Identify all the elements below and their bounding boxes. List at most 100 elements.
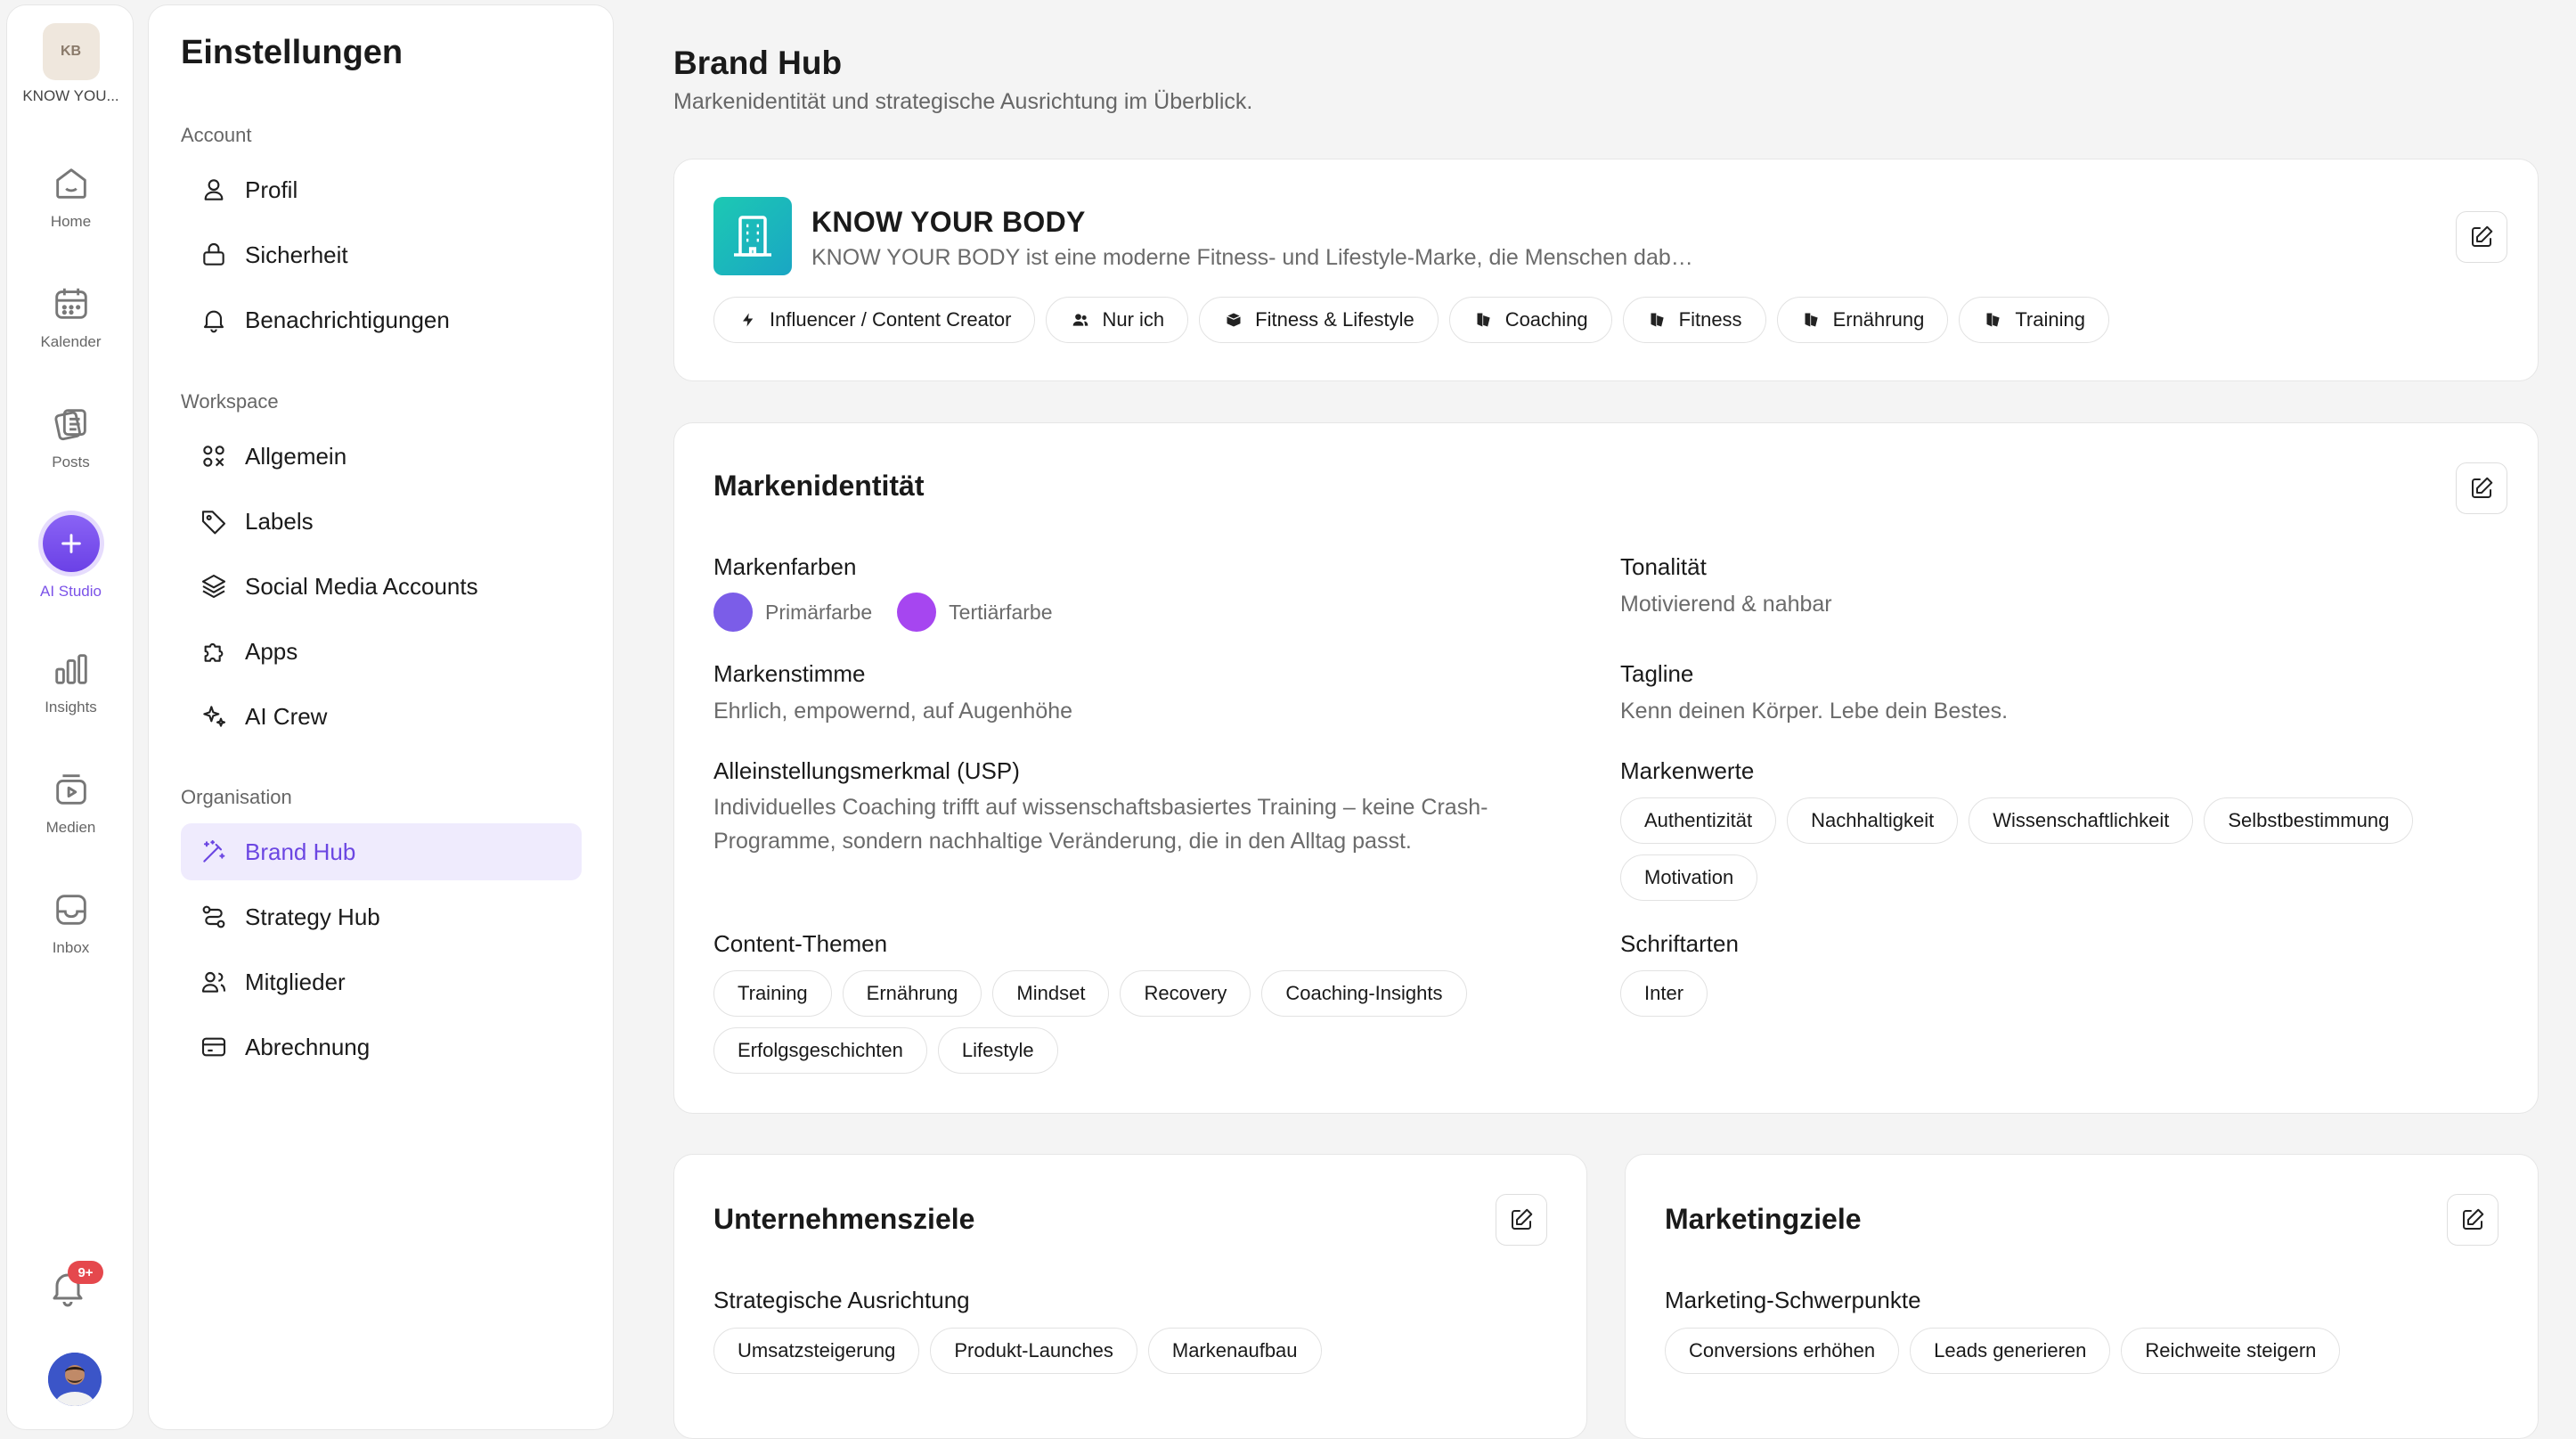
rail-ai-studio[interactable]: AI Studio: [7, 515, 135, 601]
rail-home[interactable]: Home: [7, 161, 135, 231]
page-title: Brand Hub: [673, 45, 843, 81]
user-avatar-icon: [48, 1353, 102, 1406]
nav-item-general[interactable]: Allgemein: [181, 428, 582, 485]
value-chip: Motivation: [1620, 854, 1758, 901]
goal-chip: Umsatzsteigerung: [713, 1328, 920, 1374]
nav-item-brand-hub[interactable]: Brand Hub: [181, 823, 582, 880]
company-goals-card: Unternehmensziele Strategische Ausrichtu…: [673, 1154, 1587, 1439]
magic-wand-icon: [199, 837, 229, 867]
identity-title: Markenidentität: [713, 470, 925, 502]
brand-overview-card: KNOW YOUR BODY KNOW YOUR BODY ist eine m…: [673, 159, 2539, 381]
bell-icon: [199, 305, 229, 335]
marketing-goals-card: Marketingziele Marketing-Schwerpunkte Co…: [1625, 1154, 2539, 1439]
nav-item-label: Mitglieder: [245, 968, 346, 995]
marketing-focus-list: Conversions erhöhen Leads generieren Rei…: [1665, 1328, 2341, 1374]
fonts-label: Schriftarten: [1620, 930, 1739, 957]
tag-icon: [1647, 309, 1668, 331]
posts-icon: [49, 402, 94, 446]
grid-shapes-icon: [199, 441, 229, 471]
brand-tag: Fitness: [1622, 297, 1766, 343]
nav-item-label: Allgemein: [245, 442, 347, 470]
workspace-name: KNOW YOU...: [22, 87, 119, 104]
brand-identity-card: Markenidentität Markenfarben Primärfarbe…: [673, 422, 2539, 1114]
marketing-focus-label: Marketing-Schwerpunkte: [1665, 1287, 1921, 1313]
edit-identity-button[interactable]: [2456, 462, 2507, 514]
nav-item-label: Social Media Accounts: [245, 572, 478, 600]
rail-calendar[interactable]: Kalender: [7, 282, 135, 351]
rail-media[interactable]: Medien: [7, 767, 135, 837]
box-icon: [1223, 309, 1244, 331]
users-icon: [199, 967, 229, 997]
nav-item-members[interactable]: Mitglieder: [181, 953, 582, 1010]
nav-item-label: Profil: [245, 176, 298, 203]
nav-item-apps[interactable]: Apps: [181, 623, 582, 680]
strategy-label: Strategische Ausrichtung: [713, 1287, 970, 1313]
nav-item-strategy-hub[interactable]: Strategy Hub: [181, 888, 582, 945]
nav-item-security[interactable]: Sicherheit: [181, 226, 582, 283]
rail-posts-label: Posts: [52, 454, 90, 470]
lock-icon: [199, 240, 229, 270]
value-chip: Authentizität: [1620, 797, 1777, 844]
workspace-switcher[interactable]: KB KNOW YOU...: [7, 23, 135, 105]
rail-inbox[interactable]: Inbox: [7, 887, 135, 957]
route-icon: [199, 902, 229, 932]
avatar[interactable]: [48, 1353, 102, 1406]
voice-label: Markenstimme: [713, 660, 866, 687]
rail-ai-studio-label: AI Studio: [40, 583, 102, 600]
nav-item-labels[interactable]: Labels: [181, 493, 582, 550]
nav-item-label: Benachrichtigungen: [245, 306, 450, 333]
value-chip: Nachhaltigkeit: [1787, 797, 1959, 844]
rail-posts[interactable]: Posts: [7, 402, 135, 471]
tagline-label: Tagline: [1620, 660, 1694, 687]
app-rail: KB KNOW YOU... Home Kalender Posts AI St…: [6, 4, 134, 1430]
rail-calendar-label: Kalender: [40, 333, 102, 350]
tertiary-color-swatch[interactable]: [897, 593, 937, 632]
nav-item-billing[interactable]: Abrechnung: [181, 1018, 582, 1075]
value-chip: Wissenschaftlichkeit: [1969, 797, 2194, 844]
tertiary-color-label: Tertiärfarbe: [949, 600, 1053, 624]
rail-insights[interactable]: Insights: [7, 647, 135, 716]
goal-chip: Conversions erhöhen: [1665, 1328, 1900, 1374]
building-icon: [713, 197, 792, 275]
topic-chip: Recovery: [1120, 970, 1251, 1017]
rail-home-label: Home: [50, 213, 92, 230]
voice-value: Ehrlich, empowernd, auf Augenhöhe: [713, 699, 1073, 724]
nav-item-label: Apps: [245, 637, 298, 665]
credit-card-icon: [199, 1032, 229, 1062]
rail-media-label: Medien: [45, 819, 96, 836]
plus-icon: [42, 515, 100, 572]
brand-name: KNOW YOUR BODY: [811, 206, 1086, 238]
user-icon: [199, 175, 229, 205]
brand-description: KNOW YOUR BODY ist eine moderne Fitness-…: [811, 245, 1702, 270]
topic-chip: Coaching-Insights: [1261, 970, 1467, 1017]
settings-sidebar: Einstellungen Account Profil Sicherheit …: [148, 4, 614, 1430]
brand-tag: Fitness & Lifestyle: [1199, 297, 1439, 343]
brand-tag: Coaching: [1448, 297, 1612, 343]
edit-brand-button[interactable]: [2456, 211, 2507, 263]
nav-item-ai-crew[interactable]: AI Crew: [181, 688, 582, 745]
edit-company-goals-button[interactable]: [1496, 1194, 1547, 1246]
sparkles-icon: [199, 701, 229, 732]
goal-chip: Leads generieren: [1910, 1328, 2111, 1374]
colors-label: Markenfarben: [713, 553, 857, 580]
layers-icon: [199, 571, 229, 601]
nav-item-profile[interactable]: Profil: [181, 161, 582, 218]
section-label-organisation: Organisation: [181, 786, 292, 808]
nav-item-social-accounts[interactable]: Social Media Accounts: [181, 558, 582, 615]
inbox-icon: [49, 887, 94, 932]
value-chip: Selbstbestimmung: [2204, 797, 2414, 844]
topics-list: Training Ernährung Mindset Recovery Coac…: [713, 970, 1569, 1074]
settings-title: Einstellungen: [181, 34, 404, 71]
primary-color-swatch[interactable]: [713, 593, 753, 632]
color-swatches: Primärfarbe Tertiärfarbe: [713, 593, 1077, 632]
primary-color-label: Primärfarbe: [765, 600, 873, 624]
nav-item-notifications[interactable]: Benachrichtigungen: [181, 291, 582, 348]
edit-marketing-goals-button[interactable]: [2447, 1194, 2499, 1246]
font-chip: Inter: [1620, 970, 1708, 1017]
topic-chip: Lifestyle: [937, 1027, 1058, 1074]
tone-value: Motivierend & nahbar: [1620, 592, 1832, 617]
notifications-button[interactable]: 9+: [46, 1261, 103, 1320]
tone-label: Tonalität: [1620, 553, 1707, 580]
nav-item-label: Sicherheit: [245, 241, 348, 268]
users-icon: [1070, 309, 1091, 331]
